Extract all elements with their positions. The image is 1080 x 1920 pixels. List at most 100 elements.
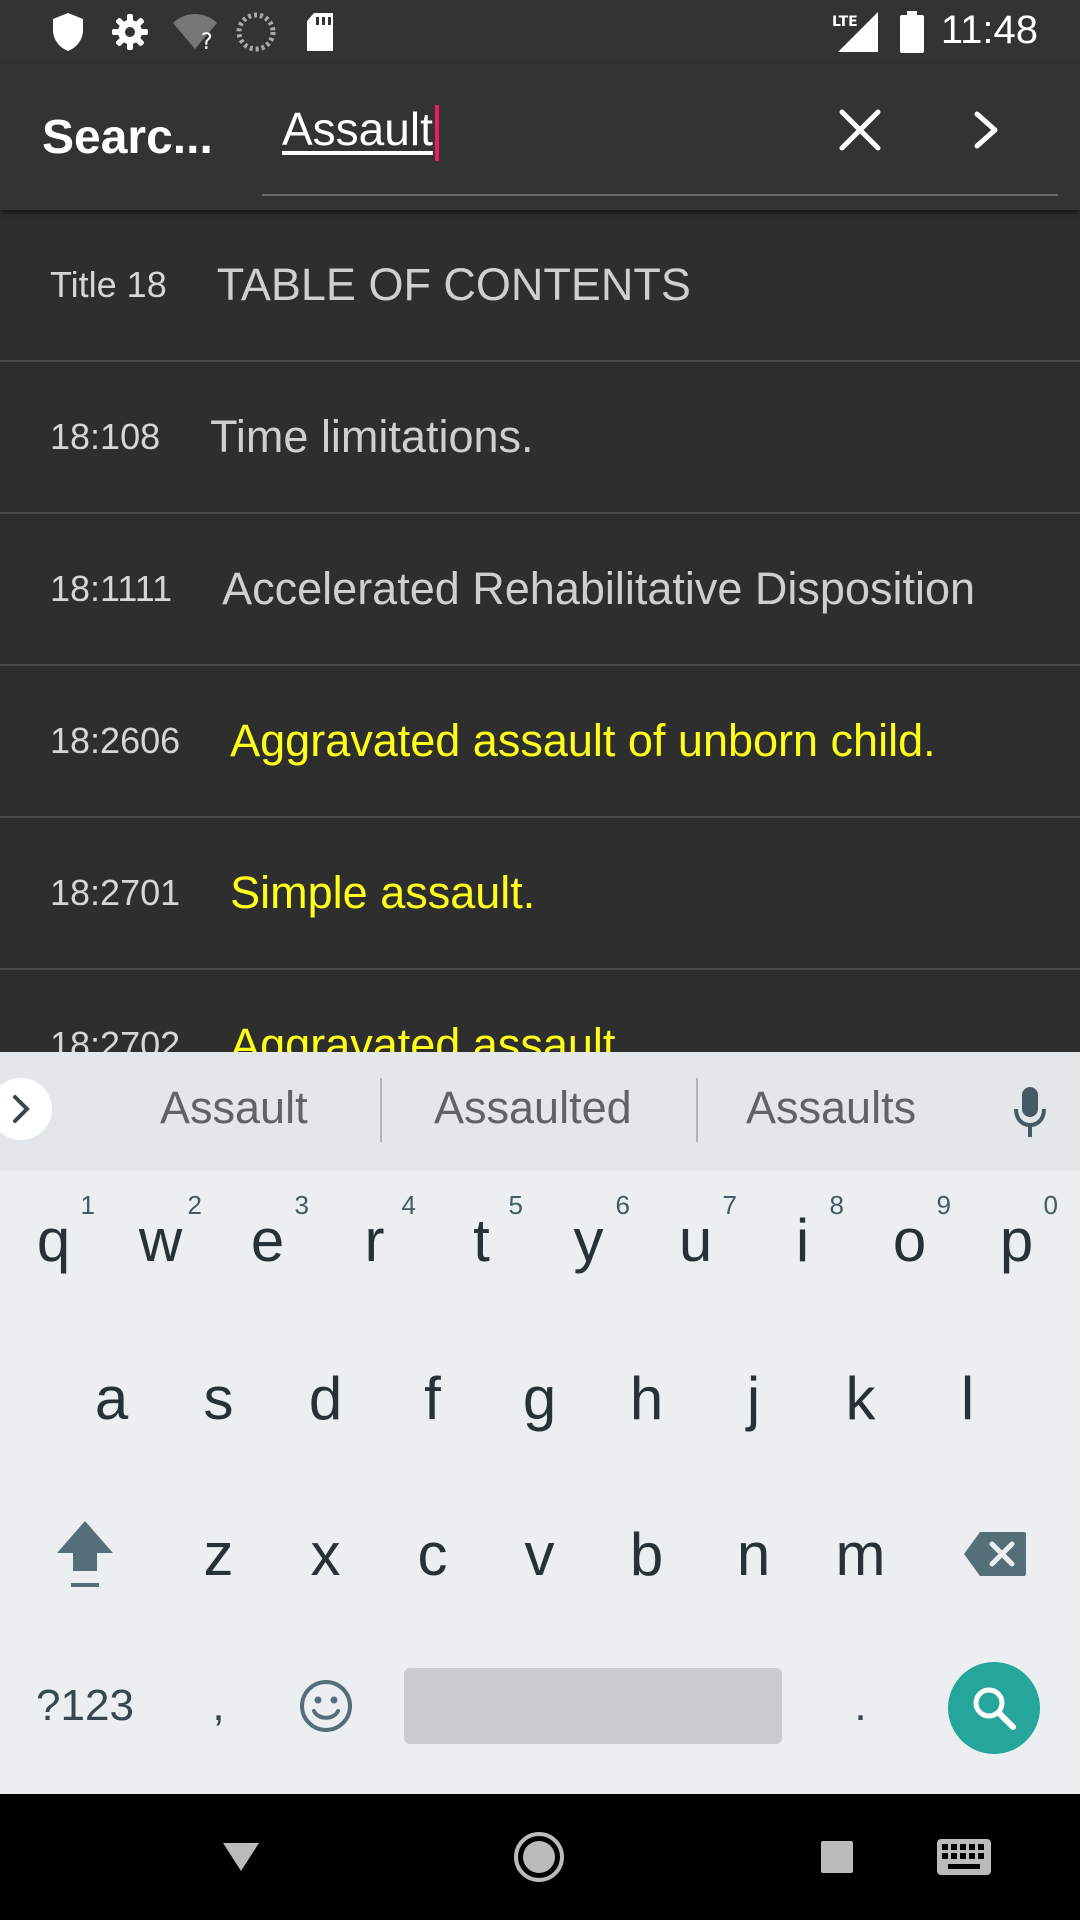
key-p[interactable]: p0 [963,1170,1070,1310]
key-a[interactable]: a [58,1328,165,1468]
key-label: j [746,1364,761,1432]
key-g[interactable]: g [486,1328,593,1468]
list-item[interactable]: 18:2606 Aggravated assault of unborn chi… [0,666,1080,818]
key-h[interactable]: h [593,1328,700,1468]
list-item[interactable]: 18:2702 Aggravated assault. [0,970,1080,1052]
key-m[interactable]: m [807,1484,914,1624]
key-label: x [310,1520,341,1588]
key-b[interactable]: b [593,1484,700,1624]
key-t[interactable]: t5 [428,1170,535,1310]
search-field[interactable]: Assault [262,84,1058,196]
key-l[interactable]: l [914,1328,1021,1468]
key-u[interactable]: u7 [642,1170,749,1310]
key-label: g [522,1364,557,1432]
key-label: c [417,1520,448,1588]
keyboard-switch-button[interactable] [926,1824,1002,1890]
loading-icon [234,10,278,54]
suggestion-divider [380,1078,382,1142]
key-o[interactable]: o9 [856,1170,963,1310]
key-label: p [999,1206,1034,1274]
key-n[interactable]: n [700,1484,807,1624]
shift-key[interactable] [20,1484,150,1624]
key-v[interactable]: v [486,1484,593,1624]
comma-key[interactable]: , [165,1636,272,1776]
microphone-icon [1014,1087,1046,1137]
list-item[interactable]: 18:2701 Simple assault. [0,818,1080,970]
section-code: 18:2701 [50,872,181,913]
battery-icon [898,10,926,54]
key-k[interactable]: k [807,1328,914,1468]
key-label: w [138,1206,183,1274]
key-hint: 8 [829,1190,844,1220]
key-label: y [573,1206,604,1274]
section-code: Title 18 [50,264,167,305]
key-hint: 2 [187,1190,202,1220]
chevron-right-icon [13,1095,30,1123]
section-code: 18:108 [50,416,161,457]
svg-text:LTE: LTE [832,14,858,30]
key-r[interactable]: r4 [321,1170,428,1310]
search-go-button[interactable] [954,98,1018,162]
backspace-key[interactable] [930,1484,1060,1624]
key-label: e [250,1206,285,1274]
section-title: Simple assault. [230,867,536,918]
list-item[interactable]: Title 18 TABLE OF CONTENTS [0,210,1080,362]
section-code: 18:2702 [50,1024,181,1052]
back-button[interactable] [208,1824,274,1890]
key-label: l [960,1364,975,1432]
key-label: h [629,1364,664,1432]
list-item[interactable]: 18:1111 Accelerated Rehabilitative Dispo… [0,514,1080,666]
suggestion-bar: Assault Assaulted Assaults [0,1052,1080,1170]
key-hint: 1 [80,1190,95,1220]
section-code: 18:1111 [50,568,173,609]
results-list: Title 18 TABLE OF CONTENTS 18:108 Time l… [0,210,1080,1052]
search-input[interactable]: Assault [282,102,439,172]
key-q[interactable]: q1 [0,1170,107,1310]
key-i[interactable]: i8 [749,1170,856,1310]
emoji-icon [299,1680,352,1732]
section-title: Accelerated Rehabilitative Disposition [222,563,976,614]
space-key[interactable] [404,1668,782,1744]
suggestion-item[interactable]: Assault [160,1082,308,1134]
key-label: z [203,1520,234,1588]
soft-keyboard: Assault Assaulted Assaults q1 w2 e3 r4 t… [0,1052,1080,1794]
period-key[interactable]: . [807,1636,914,1776]
home-button[interactable] [506,1824,572,1890]
key-hint: 9 [936,1190,951,1220]
section-title: TABLE OF CONTENTS [216,259,691,310]
clear-search-button[interactable] [828,98,892,162]
list-item[interactable]: 18:108 Time limitations. [0,362,1080,514]
key-c[interactable]: c [379,1484,486,1624]
suggestion-item[interactable]: Assaults [746,1082,916,1134]
key-w[interactable]: w2 [107,1170,214,1310]
section-code: 18:2606 [50,720,181,761]
app-bar: Searc... Assault [0,64,1080,210]
key-y[interactable]: y6 [535,1170,642,1310]
key-f[interactable]: f [379,1328,486,1468]
suggestion-item[interactable]: Assaulted [434,1082,632,1134]
emoji-key[interactable] [272,1636,379,1776]
navigation-bar [0,1794,1080,1920]
section-title: Aggravated assault of unborn child. [230,715,936,766]
symbols-key[interactable]: ?123 [20,1636,150,1776]
wifi-question-icon: ? [170,10,220,54]
key-label: , [212,1681,225,1730]
keyboard-expand-button[interactable] [0,1078,52,1140]
shift-icon [57,1521,113,1587]
section-title: Time limitations. [210,411,534,462]
key-s[interactable]: s [165,1328,272,1468]
key-label: r [364,1206,385,1274]
back-triangle-icon [223,1843,259,1871]
key-d[interactable]: d [272,1328,379,1468]
key-label: i [795,1206,810,1274]
keyboard-icon [937,1839,991,1875]
voice-input-button[interactable] [1002,1080,1058,1144]
key-label: u [678,1206,713,1274]
search-icon [973,1687,1016,1730]
key-e[interactable]: e3 [214,1170,321,1310]
key-z[interactable]: z [165,1484,272,1624]
keyboard-search-button[interactable] [948,1662,1040,1754]
key-j[interactable]: j [700,1328,807,1468]
recents-button[interactable] [804,1824,870,1890]
key-x[interactable]: x [272,1484,379,1624]
